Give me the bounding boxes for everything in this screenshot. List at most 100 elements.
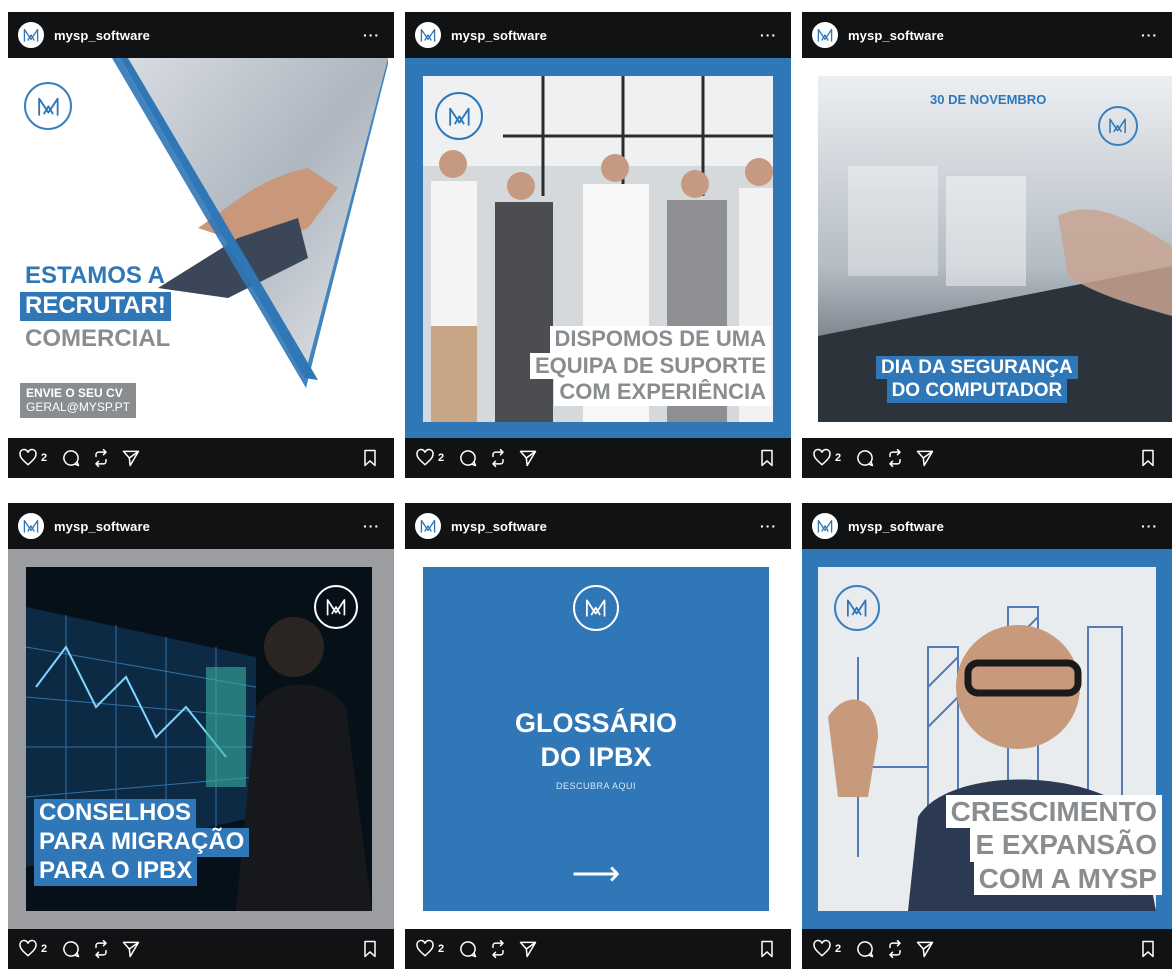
- save-button[interactable]: [360, 448, 380, 468]
- post-header: mysp_software ···: [405, 12, 791, 58]
- bookmark-icon: [757, 448, 777, 468]
- post-header: mysp_software ···: [802, 12, 1172, 58]
- post-image[interactable]: GLOSSÁRIO DO IPBX DESCUBRA AQUI ⟶: [405, 549, 791, 929]
- share-button[interactable]: [518, 939, 538, 959]
- heart-icon: [415, 939, 435, 959]
- save-button[interactable]: [757, 448, 777, 468]
- post-recruiting[interactable]: mysp_software ··· ESTAMOS A RECRUTAR! CO…: [8, 12, 394, 478]
- like-button[interactable]: 2: [18, 939, 51, 959]
- save-button[interactable]: [1138, 939, 1158, 959]
- like-button[interactable]: 2: [812, 448, 845, 468]
- avatar[interactable]: [415, 513, 441, 539]
- username[interactable]: mysp_software: [451, 519, 547, 534]
- post-header: mysp_software ···: [405, 503, 791, 549]
- post-image[interactable]: DISPOMOS DE UMA EQUIPA DE SUPORTE COM EX…: [405, 58, 791, 438]
- like-count: 2: [41, 943, 48, 955]
- post-support-team[interactable]: mysp_software ··· DISPOMOS DE UMA EQUIPA…: [405, 12, 791, 478]
- repost-button[interactable]: [885, 939, 905, 959]
- like-button[interactable]: 2: [415, 939, 448, 959]
- username[interactable]: mysp_software: [848, 28, 944, 43]
- bookmark-icon: [757, 939, 777, 959]
- post-ipbx-migration-tips[interactable]: mysp_software ··· CONSELHOS PARA MIGRAÇÃ…: [8, 503, 394, 969]
- post-actions: 2: [8, 929, 394, 969]
- headline: ESTAMOS A RECRUTAR! COMERCIAL: [20, 262, 171, 353]
- repost-button[interactable]: [885, 448, 905, 468]
- comment-button[interactable]: [61, 448, 81, 468]
- more-options-button[interactable]: ···: [1141, 27, 1158, 43]
- username[interactable]: mysp_software: [848, 519, 944, 534]
- arrow-right-icon[interactable]: ⟶: [423, 857, 769, 891]
- avatar[interactable]: [18, 22, 44, 48]
- headline: CONSELHOS PARA MIGRAÇÃO PARA O IPBX: [34, 799, 250, 886]
- avatar[interactable]: [812, 22, 838, 48]
- avatar[interactable]: [812, 513, 838, 539]
- mysp-logo-icon: [314, 585, 358, 629]
- like-button[interactable]: 2: [18, 448, 51, 468]
- bookmark-icon: [1138, 939, 1158, 959]
- username[interactable]: mysp_software: [54, 519, 150, 534]
- share-button[interactable]: [518, 448, 538, 468]
- repost-button[interactable]: [91, 448, 111, 468]
- headline-line-3: COMERCIAL: [25, 324, 171, 352]
- like-count: 2: [438, 452, 445, 464]
- save-button[interactable]: [360, 939, 380, 959]
- send-icon: [518, 448, 538, 468]
- share-button[interactable]: [915, 448, 935, 468]
- title-line-1: GLOSSÁRIO: [514, 708, 677, 738]
- post-computer-security-day[interactable]: mysp_software ··· 30 DE NOVEMBRO DIA DA …: [802, 12, 1172, 478]
- more-options-button[interactable]: ···: [760, 27, 777, 43]
- mysp-logo-icon: [417, 515, 439, 537]
- headline: DISPOMOS DE UMA EQUIPA DE SUPORTE COM EX…: [529, 326, 771, 406]
- more-options-button[interactable]: ···: [760, 518, 777, 534]
- more-options-button[interactable]: ···: [1141, 518, 1158, 534]
- avatar[interactable]: [415, 22, 441, 48]
- mysp-logo-icon: [24, 82, 72, 130]
- mysp-logo-icon: [20, 515, 42, 537]
- like-button[interactable]: 2: [812, 939, 845, 959]
- headline-line-2: E EXPANSÃO: [970, 828, 1162, 862]
- mysp-logo-icon: [1098, 106, 1138, 146]
- post-image[interactable]: CONSELHOS PARA MIGRAÇÃO PARA O IPBX: [8, 549, 394, 929]
- repost-button[interactable]: [488, 448, 508, 468]
- headline-line-1: CONSELHOS: [34, 799, 197, 828]
- headline-line-3: COM EXPERIÊNCIA: [554, 379, 771, 406]
- post-growth-and-expansion[interactable]: mysp_software ··· CRESCIMENTO E EXPANSÃO…: [802, 503, 1172, 969]
- like-count: 2: [41, 452, 48, 464]
- headline-line-1: CRESCIMENTO: [945, 795, 1162, 829]
- share-button[interactable]: [915, 939, 935, 959]
- avatar[interactable]: [18, 513, 44, 539]
- heart-icon: [812, 939, 832, 959]
- comment-button[interactable]: [855, 939, 875, 959]
- repost-icon: [885, 939, 905, 959]
- headline-line-2: EQUIPA DE SUPORTE: [529, 352, 771, 380]
- post-image[interactable]: 30 DE NOVEMBRO DIA DA SEGURANÇA DO COMPU…: [802, 58, 1172, 438]
- post-image[interactable]: ESTAMOS A RECRUTAR! COMERCIAL ENVIE O SE…: [8, 58, 394, 438]
- save-button[interactable]: [757, 939, 777, 959]
- more-options-button[interactable]: ···: [363, 518, 380, 534]
- save-button[interactable]: [1138, 448, 1158, 468]
- username[interactable]: mysp_software: [451, 28, 547, 43]
- username[interactable]: mysp_software: [54, 28, 150, 43]
- comment-button[interactable]: [458, 448, 478, 468]
- headline-line-1: DIA DA SEGURANÇA: [876, 356, 1078, 380]
- post-actions: 2: [405, 929, 791, 969]
- mysp-logo-icon: [814, 515, 836, 537]
- comment-button[interactable]: [458, 939, 478, 959]
- title-line-2: DO IPBX: [540, 741, 652, 772]
- bookmark-icon: [360, 448, 380, 468]
- post-ipbx-glossary[interactable]: mysp_software ··· GLOSSÁRIO DO IPBX DESC…: [405, 503, 791, 969]
- repost-icon: [488, 448, 508, 468]
- like-button[interactable]: 2: [415, 448, 448, 468]
- headline: CRESCIMENTO E EXPANSÃO COM A MYSP: [945, 795, 1162, 896]
- share-button[interactable]: [121, 939, 141, 959]
- mysp-logo-icon: [417, 24, 439, 46]
- repost-button[interactable]: [91, 939, 111, 959]
- more-options-button[interactable]: ···: [363, 27, 380, 43]
- repost-button[interactable]: [488, 939, 508, 959]
- comment-icon: [61, 939, 81, 959]
- comment-button[interactable]: [855, 448, 875, 468]
- share-button[interactable]: [121, 448, 141, 468]
- post-image[interactable]: CRESCIMENTO E EXPANSÃO COM A MYSP: [802, 549, 1172, 929]
- comment-button[interactable]: [61, 939, 81, 959]
- comment-icon: [61, 448, 81, 468]
